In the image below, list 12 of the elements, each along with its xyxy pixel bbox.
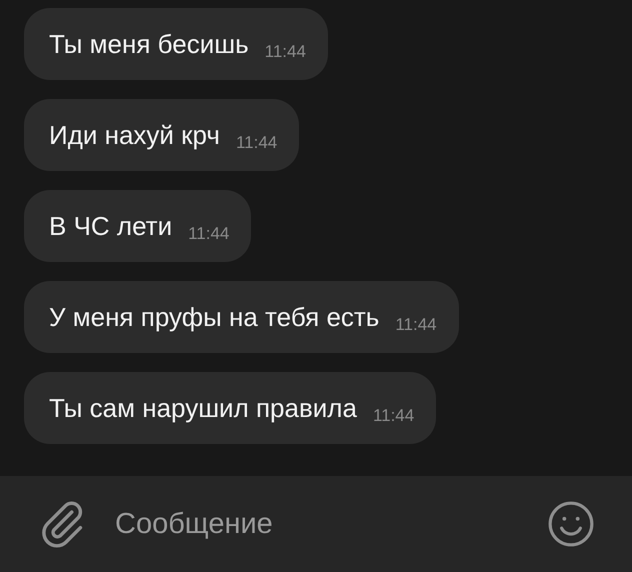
message-composer[interactable]: Сообщение xyxy=(0,476,632,572)
message-text: У меня пруфы на тебя есть xyxy=(49,300,380,334)
message-time: 11:44 xyxy=(372,405,414,428)
message-time: 11:44 xyxy=(188,223,230,246)
smiley-icon[interactable] xyxy=(546,499,596,549)
message-time: 11:44 xyxy=(236,132,278,154)
message-text: Иди нахуй крч xyxy=(49,118,220,152)
message-text: Ты сам нарушил правила xyxy=(49,392,357,424)
message-time: 11:44 xyxy=(264,41,306,64)
message-text: В ЧС лети xyxy=(49,210,172,242)
message-text: Ты меня бесишь xyxy=(49,28,249,60)
message-time: 11:44 xyxy=(395,314,437,336)
